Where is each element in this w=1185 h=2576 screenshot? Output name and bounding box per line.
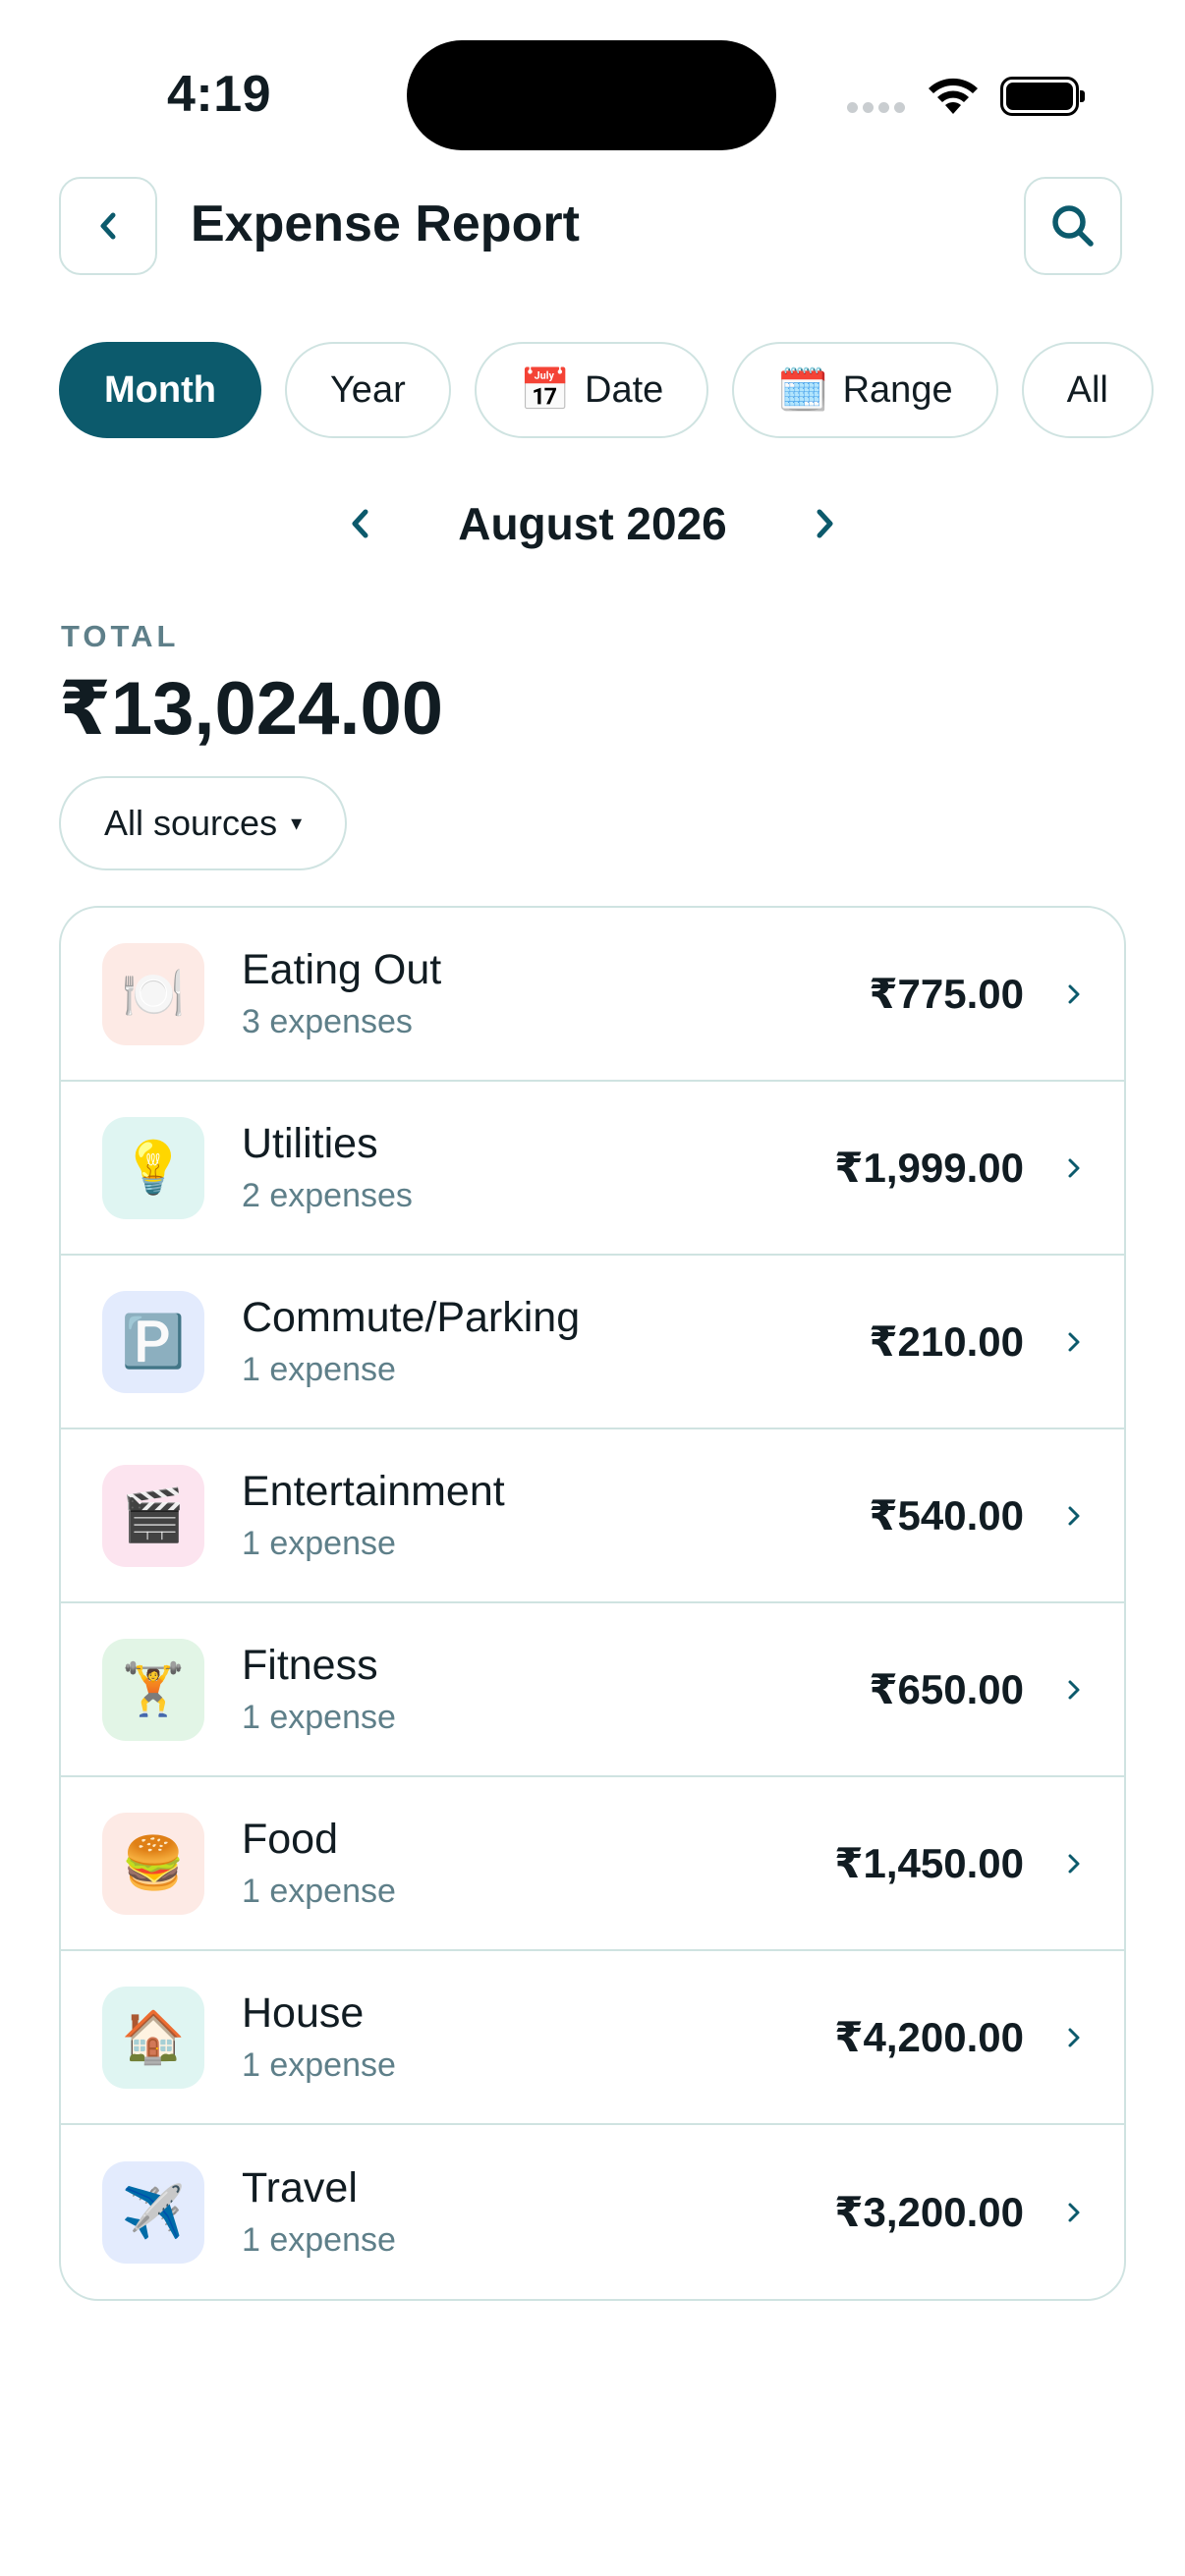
previous-period-button[interactable]	[320, 504, 399, 543]
category-amount: ₹4,200.00	[834, 2014, 1024, 2060]
search-button[interactable]	[1024, 177, 1122, 275]
category-name: House	[242, 1989, 365, 2038]
category-icon: 🍽️	[102, 942, 204, 1045]
category-amount: ₹775.00	[869, 971, 1024, 1017]
next-period-button[interactable]	[786, 504, 865, 543]
category-amount: ₹1,999.00	[834, 1145, 1024, 1191]
total-amount: ₹13,024.00	[59, 667, 443, 751]
category-icon: 🏋️	[102, 1638, 204, 1741]
category-row[interactable]: 🍔 Food 1 expense ₹1,450.00	[61, 1777, 1124, 1951]
caret-down-icon: ▾	[291, 811, 303, 835]
category-name: Travel	[242, 2164, 358, 2212]
filter-chip-label: All	[1066, 368, 1108, 411]
category-text: Utilities 2 expenses	[242, 1120, 834, 1214]
category-row[interactable]: 🅿️ Commute/Parking 1 expense ₹210.00	[61, 1256, 1124, 1429]
category-expense-count: 1 expense	[242, 1350, 396, 1388]
chevron-right-icon	[1063, 981, 1085, 1007]
category-icon: 🎬	[102, 1464, 204, 1567]
cellular-signal-icon	[847, 102, 905, 113]
current-period-label: August 2026	[458, 498, 727, 549]
category-amount: ₹210.00	[869, 1318, 1024, 1365]
chevron-right-icon	[1063, 2025, 1085, 2050]
category-expense-count: 1 expense	[242, 2045, 396, 2084]
filter-chip-label: Month	[104, 368, 216, 411]
chevron-right-icon	[1063, 1329, 1085, 1355]
category-row[interactable]: 🏠 House 1 expense ₹4,200.00	[61, 1951, 1124, 2125]
category-expense-count: 3 expenses	[242, 1002, 413, 1040]
calendar-icon: 📅	[519, 365, 572, 413]
source-filter-dropdown[interactable]: All sources ▾	[59, 776, 348, 870]
wifi-icon	[929, 78, 978, 114]
category-list: 🍽️ Eating Out 3 expenses ₹775.00 💡 Utilities 2…	[59, 906, 1126, 2301]
category-row[interactable]: 🍽️ Eating Out 3 expenses ₹775.00	[61, 908, 1124, 1082]
category-text: Commute/Parking 1 expense	[242, 1294, 869, 1388]
category-name: Food	[242, 1816, 339, 1864]
category-text: House 1 expense	[242, 1989, 834, 2084]
category-row[interactable]: ✈️ Travel 1 expense ₹3,200.00	[61, 2125, 1124, 2299]
category-amount: ₹3,200.00	[834, 2189, 1024, 2235]
source-filter-label: All sources	[104, 803, 278, 843]
category-name: Entertainment	[242, 1468, 505, 1516]
category-text: Entertainment 1 expense	[242, 1468, 869, 1562]
category-row[interactable]: 🎬 Entertainment 1 expense ₹540.00	[61, 1429, 1124, 1603]
category-icon: 💡	[102, 1116, 204, 1219]
chevron-right-icon	[1063, 1155, 1085, 1181]
dynamic-island	[407, 40, 776, 150]
category-expense-count: 1 expense	[242, 2220, 396, 2259]
filter-chip-label: Range	[842, 368, 953, 411]
spiral-calendar-icon: 🗓️	[777, 365, 829, 413]
category-row[interactable]: 🏋️ Fitness 1 expense ₹650.00	[61, 1603, 1124, 1777]
category-text: Fitness 1 expense	[242, 1642, 869, 1736]
battery-icon	[1000, 77, 1085, 116]
category-name: Utilities	[242, 1120, 378, 1168]
filter-chip-range[interactable]: 🗓️ Range	[732, 342, 998, 438]
chevron-left-icon	[100, 212, 116, 240]
category-expense-count: 1 expense	[242, 1872, 396, 1910]
period-navigator: August 2026	[0, 497, 1185, 550]
category-icon: 🅿️	[102, 1290, 204, 1393]
chevron-right-icon	[1063, 1677, 1085, 1703]
filter-chip-all[interactable]: All	[1021, 342, 1154, 438]
search-icon	[1052, 205, 1094, 247]
category-expense-count: 1 expense	[242, 1524, 396, 1562]
status-time: 4:19	[167, 66, 272, 123]
filter-chip-label: Year	[329, 368, 406, 411]
chevron-right-icon	[817, 509, 833, 538]
category-icon: ✈️	[102, 2160, 204, 2264]
category-icon: 🍔	[102, 1812, 204, 1915]
category-amount: ₹650.00	[869, 1666, 1024, 1712]
category-name: Commute/Parking	[242, 1294, 581, 1342]
category-icon: 🏠	[102, 1986, 204, 2089]
category-text: Food 1 expense	[242, 1816, 834, 1910]
chevron-right-icon	[1063, 1851, 1085, 1876]
chevron-right-icon	[1063, 1503, 1085, 1529]
filter-chip-year[interactable]: Year	[284, 342, 451, 438]
chevron-left-icon	[352, 509, 368, 538]
period-filter-chips: Month Year 📅 Date 🗓️ Range All	[59, 342, 1154, 438]
category-name: Fitness	[242, 1642, 378, 1690]
category-amount: ₹540.00	[869, 1492, 1024, 1539]
back-button[interactable]	[59, 177, 157, 275]
page-title: Expense Report	[191, 196, 580, 252]
category-row[interactable]: 💡 Utilities 2 expenses ₹1,999.00	[61, 1082, 1124, 1256]
category-text: Eating Out 3 expenses	[242, 946, 869, 1040]
filter-chip-month[interactable]: Month	[59, 342, 261, 438]
category-expense-count: 2 expenses	[242, 1176, 413, 1214]
filter-chip-label: Date	[585, 368, 664, 411]
category-amount: ₹1,450.00	[834, 1840, 1024, 1886]
category-expense-count: 1 expense	[242, 1698, 396, 1736]
chevron-right-icon	[1063, 2200, 1085, 2225]
total-label: TOTAL	[61, 619, 180, 653]
category-name: Eating Out	[242, 946, 442, 994]
filter-chip-date[interactable]: 📅 Date	[474, 342, 709, 438]
category-text: Travel 1 expense	[242, 2164, 834, 2259]
